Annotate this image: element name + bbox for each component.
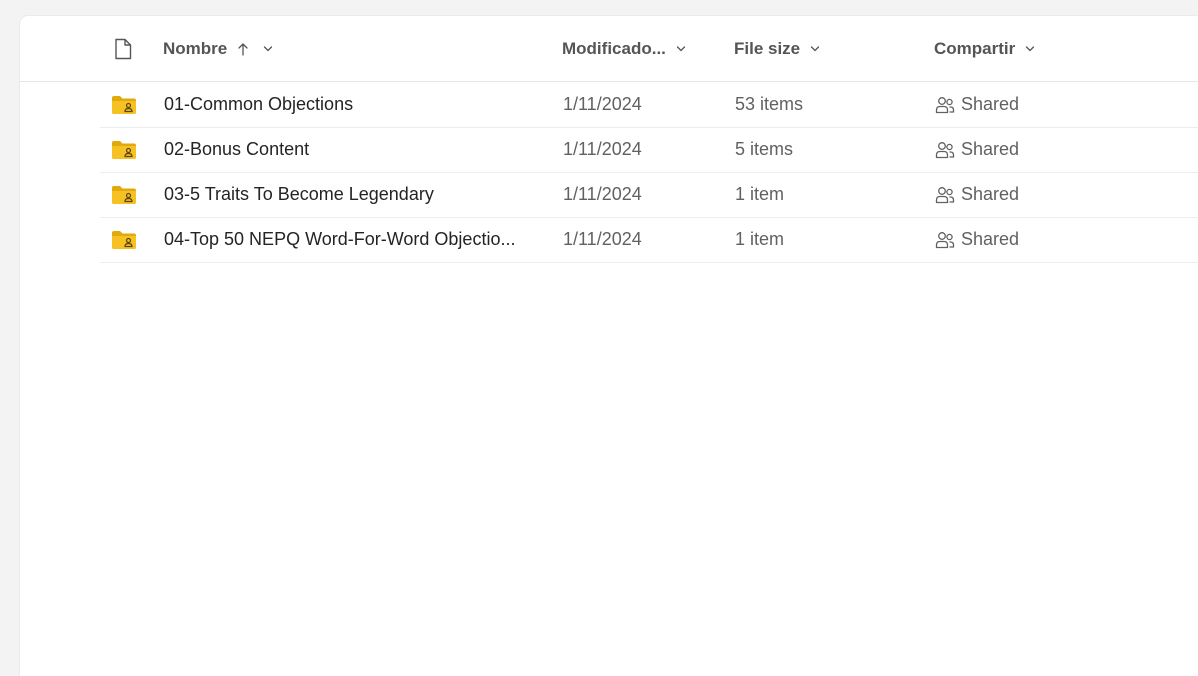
sharing-column-label: Compartir — [934, 38, 1016, 58]
sharing-column-header[interactable]: Compartir — [934, 16, 1035, 81]
modified-column-label: Modificado... — [562, 38, 666, 58]
people-icon — [935, 231, 955, 248]
column-header-row: Nombre Modificado... File size Compartir — [20, 16, 1198, 82]
row-modified: 1/11/2024 — [563, 184, 642, 204]
table-row[interactable]: 04-Top 50 NEPQ Word-For-Word Objectio...… — [100, 217, 1198, 263]
arrow-up-icon — [237, 42, 249, 56]
row-size: 53 items — [735, 94, 804, 114]
row-sharing[interactable]: Shared — [935, 82, 1019, 127]
people-icon — [935, 96, 955, 113]
modified-column-header[interactable]: Modificado... — [562, 16, 686, 81]
row-size: 1 item — [735, 184, 785, 204]
table-row[interactable]: 03-5 Traits To Become Legendary 1/11/202… — [100, 172, 1198, 218]
file-size-column-header[interactable]: File size — [734, 16, 820, 81]
people-icon — [935, 186, 955, 203]
name-column-header[interactable]: Nombre — [163, 16, 273, 81]
row-size: 5 items — [735, 139, 794, 159]
chevron-down-icon[interactable] — [810, 45, 820, 53]
people-icon — [935, 141, 955, 158]
row-sharing[interactable]: Shared — [935, 127, 1019, 172]
shared-folder-icon — [111, 82, 137, 127]
table-row[interactable]: 01-Common Objections 1/11/2024 53 items … — [100, 82, 1198, 128]
chevron-down-icon[interactable] — [676, 45, 686, 53]
file-type-column-header[interactable] — [114, 16, 132, 81]
row-name[interactable]: 02-Bonus Content — [164, 127, 309, 172]
row-sharing[interactable]: Shared — [935, 172, 1019, 217]
table-row[interactable]: 02-Bonus Content 1/11/2024 5 items Share… — [100, 127, 1198, 173]
shared-folder-icon — [111, 172, 137, 217]
row-name[interactable]: 04-Top 50 NEPQ Word-For-Word Objectio... — [164, 217, 515, 262]
shared-folder-icon — [111, 127, 137, 172]
chevron-down-icon[interactable] — [263, 45, 273, 53]
row-modified: 1/11/2024 — [563, 229, 642, 249]
file-icon — [115, 38, 132, 59]
row-modified: 1/11/2024 — [563, 139, 642, 159]
chevron-down-icon[interactable] — [1025, 45, 1035, 53]
file-size-column-label: File size — [734, 38, 801, 58]
row-size: 1 item — [735, 229, 785, 249]
row-name[interactable]: 01-Common Objections — [164, 82, 353, 127]
row-sharing-label: Shared — [961, 184, 1020, 204]
row-modified: 1/11/2024 — [563, 94, 642, 114]
row-sharing-label: Shared — [961, 94, 1020, 114]
row-sharing[interactable]: Shared — [935, 217, 1019, 262]
row-sharing-label: Shared — [961, 229, 1020, 249]
name-column-label: Nombre — [163, 38, 228, 58]
file-list-panel: Nombre Modificado... File size Compartir — [20, 16, 1198, 676]
row-sharing-label: Shared — [961, 139, 1020, 159]
shared-folder-icon — [111, 217, 137, 262]
row-name[interactable]: 03-5 Traits To Become Legendary — [164, 172, 434, 217]
